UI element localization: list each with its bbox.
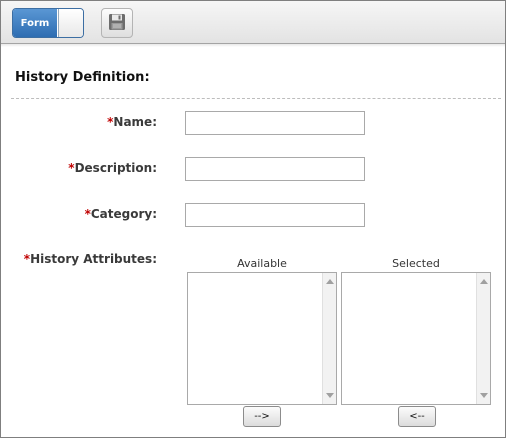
- scroll-up-arrow-icon[interactable]: [480, 279, 488, 284]
- selected-list[interactable]: [341, 272, 491, 405]
- description-label: *Description:: [68, 161, 157, 175]
- name-label-text: Name:: [113, 115, 157, 129]
- available-list[interactable]: [187, 272, 337, 405]
- form-toggle-label: Form: [13, 9, 57, 37]
- history-attributes-label: *History Attributes:: [24, 252, 157, 266]
- toolbar-shadow: [1, 43, 505, 47]
- category-label: *Category:: [85, 207, 157, 221]
- toggle-knob[interactable]: [58, 9, 83, 37]
- remove-from-selected-button[interactable]: <--: [398, 406, 436, 427]
- toolbar: Form: [1, 1, 505, 44]
- scroll-up-arrow-icon[interactable]: [326, 279, 334, 284]
- section-title: History Definition:: [15, 70, 150, 85]
- history-attributes-label-text: History Attributes:: [30, 252, 157, 266]
- selected-header: Selected: [392, 257, 440, 270]
- category-input[interactable]: [185, 203, 365, 227]
- scroll-down-arrow-icon[interactable]: [326, 393, 334, 398]
- save-button[interactable]: [101, 8, 133, 38]
- section-divider: [11, 98, 501, 99]
- add-to-selected-button[interactable]: -->: [243, 406, 281, 427]
- name-label: *Name:: [107, 115, 157, 129]
- form-panel: Form History Definition: *Name: *Descrip…: [0, 0, 506, 438]
- form-toggle[interactable]: Form: [12, 8, 84, 38]
- available-header: Available: [237, 257, 287, 270]
- scroll-down-arrow-icon[interactable]: [480, 393, 488, 398]
- name-input[interactable]: [185, 111, 365, 135]
- description-label-text: Description:: [74, 161, 157, 175]
- selected-list-scrollbar[interactable]: [476, 273, 490, 404]
- available-list-scrollbar[interactable]: [322, 273, 336, 404]
- category-label-text: Category:: [90, 207, 157, 221]
- floppy-disk-icon: [108, 13, 126, 34]
- description-input[interactable]: [185, 157, 365, 181]
